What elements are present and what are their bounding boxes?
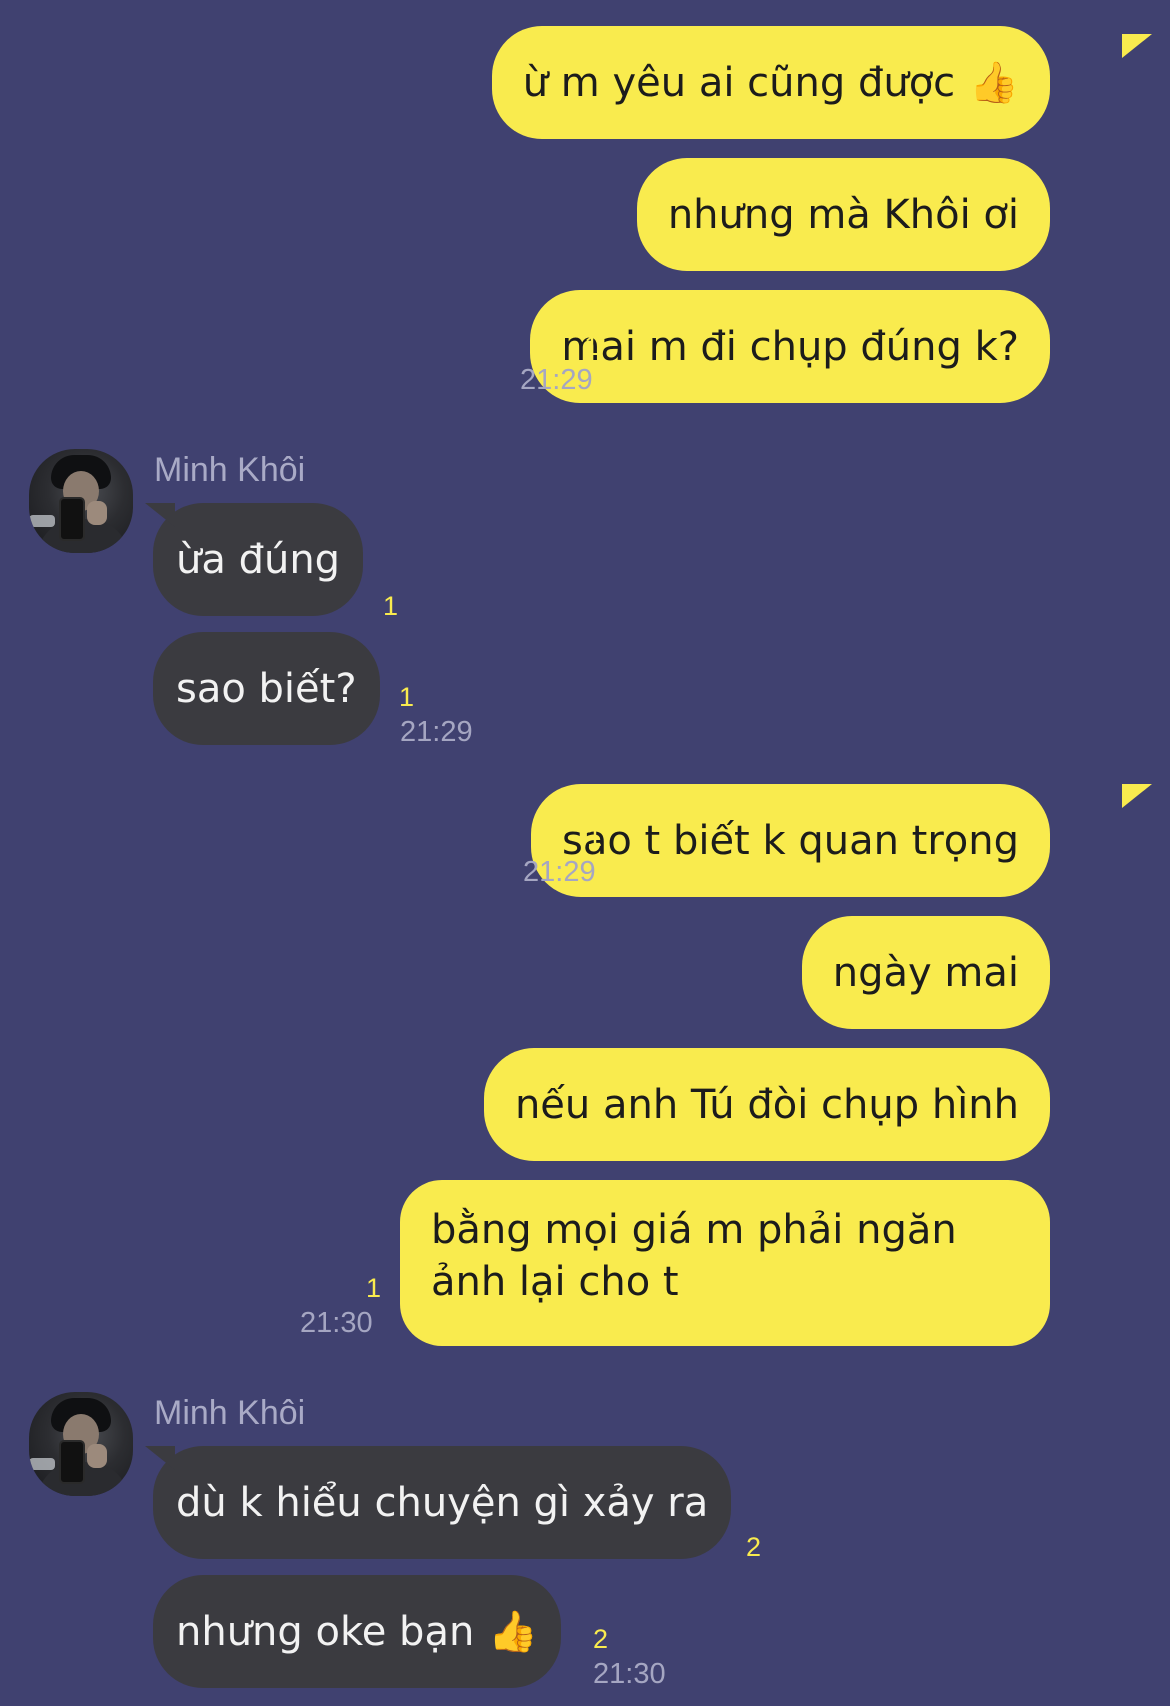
bubble-tail [1122, 34, 1152, 58]
message-bubble-outgoing[interactable]: bằng mọi giá m phải ngăn ảnh lại cho t [400, 1180, 1050, 1346]
message-bubble-outgoing[interactable]: nếu anh Tú đòi chụp hình [483, 1048, 1050, 1161]
message-text: ừ m yêu ai cũng được [522, 59, 956, 106]
read-count: 1 [587, 822, 603, 852]
message-text: ngày mai [832, 949, 1019, 996]
read-count: 1 [366, 1273, 382, 1303]
message-text: sao biết? [176, 665, 357, 712]
sender-name: Minh Khôi [154, 1394, 306, 1432]
message-text: nhưng mà Khôi ơi [667, 191, 1019, 238]
message-text: dù k hiểu chuyện gì xảy ra [176, 1479, 709, 1526]
message-text: nếu anh Tú đòi chụp hình [514, 1081, 1019, 1128]
avatar[interactable] [29, 1392, 133, 1496]
message-bubble-incoming[interactable]: sao biết? [153, 632, 380, 745]
thumbs-up-icon: 👍 [488, 1608, 539, 1655]
read-count: 1 [693, 235, 709, 265]
read-count: 1 [383, 591, 399, 621]
message-bubble-outgoing[interactable]: mai m đi chụp đúng k? [530, 290, 1050, 403]
message-bubble-outgoing[interactable]: sao t biết k quan trọng [531, 784, 1050, 897]
timestamp: 21:30 [593, 1658, 666, 1690]
message-text: sao t biết k quan trọng [562, 817, 1019, 864]
message-bubble-incoming[interactable]: ừa đúng [153, 503, 364, 616]
timestamp: 21:29 [520, 364, 593, 396]
bubble-tail [1122, 784, 1152, 808]
read-count: 1 [863, 991, 879, 1021]
message-bubble-incoming[interactable]: nhưng oke bạn 👍 [153, 1575, 562, 1688]
sender-name: Minh Khôi [154, 451, 306, 489]
message-text: bằng mọi giá m phải ngăn ảnh lại cho t [431, 1207, 957, 1305]
read-count: 2 [593, 1624, 609, 1654]
message-text: ừa đúng [176, 536, 341, 583]
message-bubble-incoming[interactable]: dù k hiểu chuyện gì xảy ra [153, 1446, 732, 1559]
read-count: 1 [534, 1123, 550, 1153]
message-bubble-outgoing[interactable]: ừ m yêu ai cũng được 👍 [491, 26, 1050, 139]
timestamp: 21:30 [300, 1307, 373, 1339]
read-count: 1 [399, 682, 415, 712]
message-text: mai m đi chụp đúng k? [561, 323, 1019, 370]
read-count: 1 [584, 331, 600, 361]
message-bubble-outgoing[interactable]: ngày mai [801, 916, 1050, 1029]
timestamp: 21:29 [400, 716, 473, 748]
thumbs-up-icon: 👍 [969, 59, 1019, 106]
message-text: nhưng oke bạn [176, 1608, 475, 1655]
read-count: 1 [535, 103, 551, 133]
avatar[interactable] [29, 449, 133, 553]
timestamp: 21:29 [523, 856, 596, 888]
read-count: 2 [746, 1532, 762, 1562]
